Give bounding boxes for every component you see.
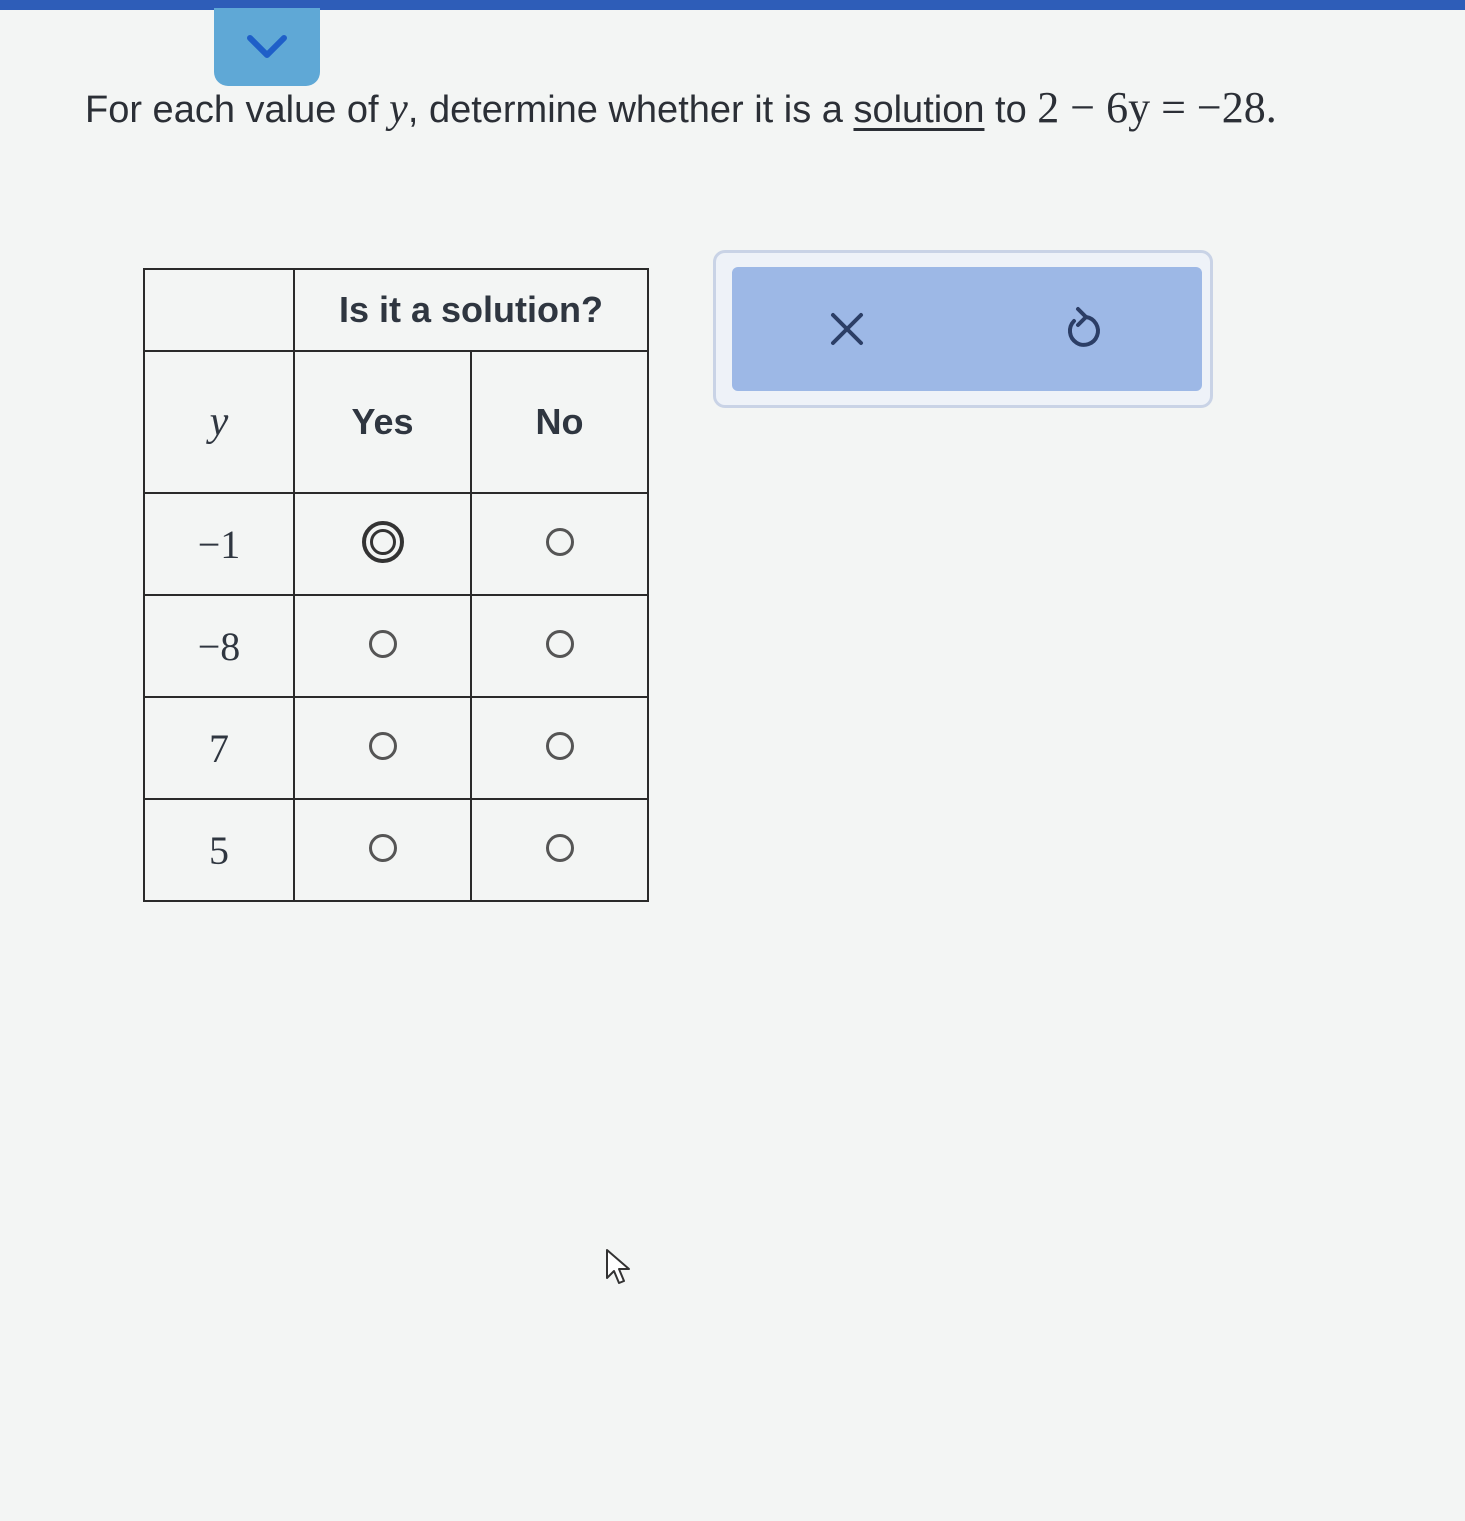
no-column-header: No [470, 350, 649, 494]
no-radio[interactable] [545, 629, 574, 658]
yes-cell [293, 798, 472, 902]
no-radio[interactable] [545, 731, 574, 760]
prompt-variable: y [389, 86, 408, 132]
prompt-period: . [1265, 83, 1277, 132]
y-value: −8 [143, 594, 295, 698]
close-icon [831, 313, 863, 345]
prompt-equation: 2 − 6y = −28 [1037, 83, 1266, 132]
yes-cell [293, 696, 472, 800]
mouse-pointer-icon [606, 1249, 630, 1284]
y-value: −1 [143, 492, 295, 596]
table-row: 7 [143, 696, 649, 800]
collapse-toggle[interactable] [214, 8, 320, 86]
no-cell [470, 492, 649, 596]
yes-column-header: Yes [293, 350, 472, 494]
yes-cell [293, 594, 472, 698]
solution-table: Is it a solution? y Yes No −1 −8 7 5 [143, 268, 649, 902]
no-cell [470, 798, 649, 902]
solution-link[interactable]: solution [853, 89, 984, 131]
prompt-text-after: to [984, 89, 1038, 131]
question-prompt: For each value of y, determine whether i… [85, 82, 1277, 135]
undo-button[interactable] [1022, 267, 1142, 391]
prompt-text-middle: , determine whether it is a [407, 89, 854, 131]
undo-icon [1067, 307, 1100, 347]
prompt-text-before: For each value of [85, 89, 390, 131]
table-corner-cell [143, 268, 295, 352]
yes-radio-selected[interactable] [361, 520, 404, 563]
y-column-header: y [143, 350, 295, 494]
clear-button[interactable] [787, 267, 907, 391]
answer-actions [713, 250, 1213, 408]
table-row: −1 [143, 492, 649, 596]
table-row: −8 [143, 594, 649, 698]
chevron-down-icon [247, 35, 287, 58]
y-value: 5 [143, 798, 295, 902]
table-row: 5 [143, 798, 649, 902]
yes-radio[interactable] [368, 833, 397, 862]
yes-radio[interactable] [368, 629, 397, 658]
yes-radio[interactable] [368, 731, 397, 760]
action-bar [732, 267, 1202, 391]
yes-cell [293, 492, 472, 596]
no-radio[interactable] [545, 833, 574, 862]
no-radio[interactable] [545, 527, 574, 556]
y-value: 7 [143, 696, 295, 800]
no-cell [470, 594, 649, 698]
group-header: Is it a solution? [293, 268, 649, 352]
no-cell [470, 696, 649, 800]
